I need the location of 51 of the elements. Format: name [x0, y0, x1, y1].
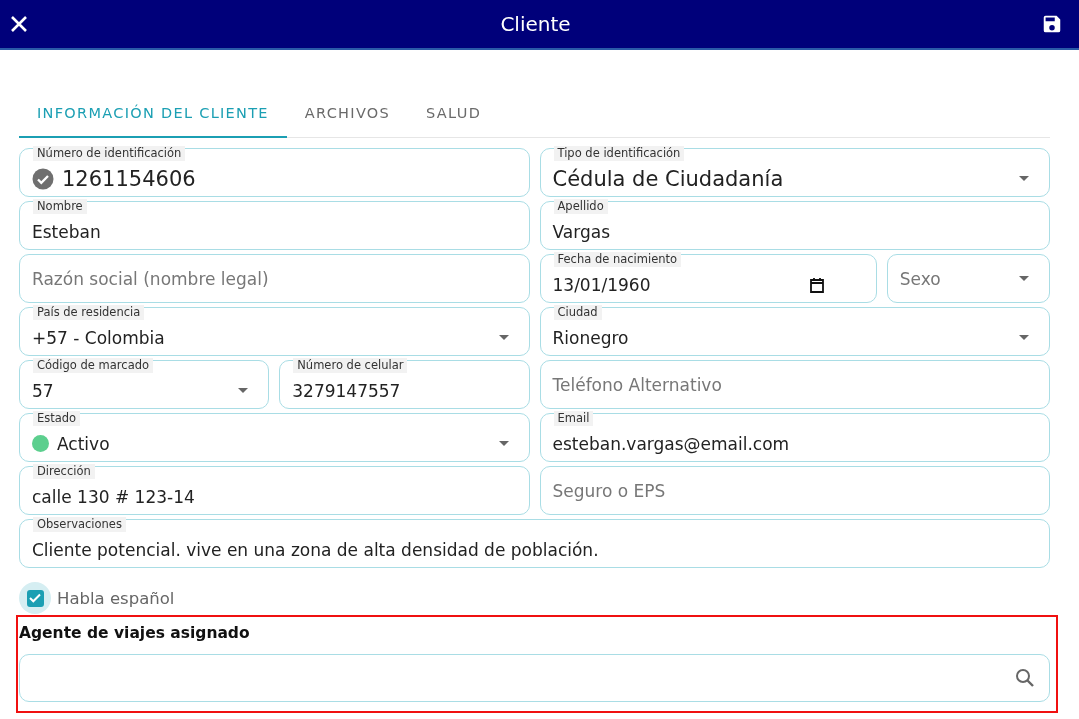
- field-label: Número de identificación: [33, 146, 186, 161]
- dropdown-caret-icon: [1019, 335, 1029, 340]
- field-label: Ciudad: [553, 305, 602, 320]
- field-label: Estado: [33, 411, 81, 426]
- field-label: Código de marcado: [33, 358, 153, 373]
- field-label: Observaciones: [33, 517, 126, 532]
- field-value: 1261154606: [62, 166, 197, 191]
- field-placeholder: Seguro o EPS: [552, 480, 667, 501]
- field-placeholder: Teléfono Alternativo: [552, 374, 723, 395]
- field-value: esteban.vargas@email.com: [552, 433, 791, 454]
- field-label: Número de celular: [293, 358, 408, 373]
- field-value: Esteban: [32, 221, 102, 242]
- field-label: Email: [553, 411, 594, 426]
- tab[interactable]: ARCHIVOS: [286, 90, 409, 138]
- checkbox-label: Habla español: [57, 588, 175, 608]
- dropdown-caret-icon: [1019, 176, 1029, 181]
- field-label: País de residencia: [33, 305, 145, 320]
- input-field[interactable]: Seguro o EPS: [539, 466, 1050, 515]
- field-label: Apellido: [553, 199, 608, 214]
- field-value: +57 - Colombia: [32, 327, 166, 348]
- field-placeholder: Razón social (nombre legal): [32, 268, 270, 289]
- field-label: Nombre: [33, 199, 87, 214]
- field-label: Tipo de identificación: [553, 146, 685, 161]
- window-title: Cliente: [500, 12, 571, 36]
- field-value: calle 130 # 123-14: [32, 486, 196, 507]
- field-value: Cliente potencial. vive en una zona de alta densidad de población.: [32, 539, 600, 560]
- input-field[interactable]: Teléfono Alternativo: [539, 360, 1050, 409]
- dropdown-caret-icon: [238, 388, 249, 393]
- field-value: 57: [32, 380, 55, 401]
- search-field[interactable]: [19, 654, 1050, 702]
- field-value: Rionegro: [552, 327, 630, 348]
- input-field[interactable]: Razón social (nombre legal): [19, 254, 530, 303]
- calendar-icon: [809, 276, 824, 293]
- field-value: 3279147557: [292, 380, 402, 401]
- save-icon: [1041, 13, 1063, 35]
- field-label: Dirección: [33, 464, 95, 479]
- tab[interactable]: SALUD: [408, 90, 500, 138]
- dropdown-field[interactable]: Sexo: [886, 254, 1050, 303]
- section-label: Agente de viajes asignado: [19, 624, 251, 642]
- field-value: 13/01/1960: [552, 274, 652, 295]
- field-placeholder: Sexo: [899, 268, 942, 289]
- dropdown-caret-icon: [498, 335, 509, 340]
- field-label: Fecha de nacimiento: [553, 252, 682, 267]
- close-icon: [10, 15, 28, 33]
- search-icon: [1015, 668, 1035, 688]
- field-value: Activo: [57, 433, 111, 454]
- dropdown-caret-icon: [1019, 276, 1029, 281]
- field-value: Cédula de Ciudadanía: [552, 166, 785, 191]
- field-value: Vargas: [552, 221, 611, 242]
- checkbox[interactable]: [26, 589, 44, 607]
- dropdown-caret-icon: [498, 441, 509, 446]
